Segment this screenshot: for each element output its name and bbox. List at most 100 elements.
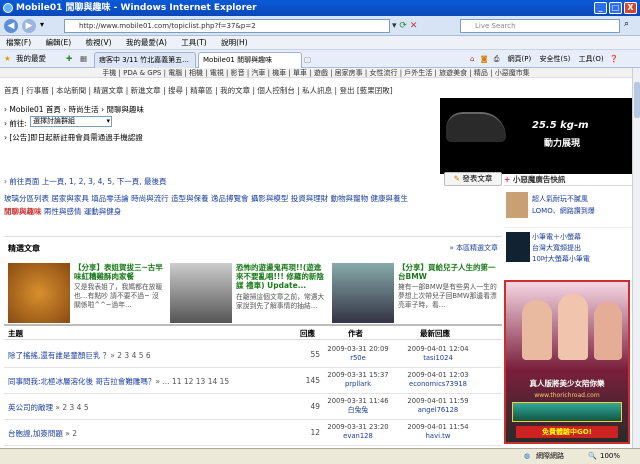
- page-menu[interactable]: 網頁(P): [508, 55, 532, 63]
- address-input[interactable]: http://www.mobile01.com/topiclist.php?f=…: [64, 19, 390, 33]
- category-link[interactable]: 運動與健身: [84, 207, 122, 216]
- back-icon[interactable]: ◀: [4, 19, 18, 33]
- last-reply-author[interactable]: angel76128: [400, 406, 476, 415]
- rss-icon[interactable]: ◙: [481, 55, 488, 63]
- author-link[interactable]: 白兔兔: [326, 406, 390, 415]
- goto-select[interactable]: 選擇討論群組 ▾: [30, 116, 112, 127]
- stop-icon[interactable]: ✕: [410, 21, 418, 31]
- menu-view[interactable]: 檢視(V): [86, 38, 112, 47]
- topic-pages[interactable]: » 2 3 4 5: [55, 403, 88, 412]
- post-date: 2009-03-31 23:20: [327, 423, 389, 431]
- car-banner-line1: 25.5 kg-m: [532, 120, 589, 131]
- author-cell: 2009-03-31 23:20 evan128: [326, 423, 390, 441]
- category-link[interactable]: 投資與理財: [291, 194, 329, 203]
- tab-list-icon[interactable]: ▦: [80, 50, 87, 68]
- category-link[interactable]: 逸品搏覽會: [211, 194, 249, 203]
- featured-thumb-3[interactable]: [332, 263, 394, 323]
- category-link[interactable]: 填品零活論: [91, 194, 129, 203]
- category-link-active[interactable]: 閒聊與趣味: [4, 207, 42, 216]
- scrollbar-thumb[interactable]: [634, 82, 640, 118]
- home-icon[interactable]: ⌂: [470, 55, 474, 63]
- breadcrumb[interactable]: › Mobile01 首頁 › 時尚生活 › 閒聊與趣味: [4, 104, 144, 115]
- maximize-button[interactable]: □: [609, 2, 622, 14]
- menu-help[interactable]: 說明(H): [221, 38, 248, 47]
- topic-pages[interactable]: » ... 11 12 13 14 15: [155, 377, 229, 386]
- menu-favorites[interactable]: 我的最愛(A): [126, 38, 167, 47]
- featured-thumb-2[interactable]: [170, 263, 232, 323]
- refresh-icon[interactable]: ⟳: [399, 21, 407, 31]
- ad-cta-button[interactable]: 免費體驗中GO!: [516, 426, 618, 438]
- go-dropdown-icon[interactable]: ▾: [392, 21, 397, 31]
- featured-title-2[interactable]: 恐怖的遊盪鬼再現!!(遊進來不要亂唱!!! 修羅的新陰謀 禮車) Update.…: [236, 263, 328, 290]
- tools-menu[interactable]: 工具(O): [579, 55, 604, 63]
- forward-icon[interactable]: ▶: [22, 19, 36, 33]
- table-row[interactable]: 英公司的敵理 » 2 3 4 5 49 2009-03-31 11:46 白兔兔 …: [4, 394, 502, 420]
- tab-2-active[interactable]: Mobile01 閒聊與趣味: [198, 52, 302, 68]
- topic-link[interactable]: 英公司的敵理: [8, 403, 53, 412]
- zoom-icon[interactable]: 🔍: [588, 449, 597, 464]
- site-top-nav[interactable]: 手機 | PDA & GPS | 電腦 | 相機 | 電視 | 影音 | 汽車 …: [0, 68, 632, 78]
- featured-more-link[interactable]: » 本區精選文章: [449, 243, 498, 253]
- last-reply-author[interactable]: havi.tw: [400, 432, 476, 441]
- category-link[interactable]: 玻璃分區列表: [4, 194, 49, 203]
- author-link[interactable]: prpllark: [326, 380, 390, 389]
- favorites-star-icon[interactable]: ★: [4, 50, 11, 68]
- featured-heading: 精選文章: [8, 244, 40, 253]
- featured-thumb-1[interactable]: [8, 263, 70, 323]
- topic-pages[interactable]: » 2 3 4 5 6: [110, 351, 150, 360]
- category-link[interactable]: 兩性與感情: [44, 207, 82, 216]
- topic-pages[interactable]: » 2: [65, 429, 77, 438]
- author-cell: 2009-03-31 15:37 prpllark: [326, 371, 390, 389]
- category-link[interactable]: 動物與寵物: [331, 194, 369, 203]
- site-sub-nav[interactable]: 首頁 | 行事曆 | 本站新聞 | 精選文章 | 新進文章 | 搜尋 | 精華區…: [4, 86, 424, 96]
- new-tab-icon[interactable]: ▢: [304, 51, 311, 69]
- last-reply-author[interactable]: economics73918: [400, 380, 476, 389]
- chevron-down-icon: ▾: [106, 117, 110, 125]
- featured-title-3[interactable]: 【分享】買給兒子人生的第一台BMW: [398, 263, 498, 281]
- table-row[interactable]: 除了搖搖,還有誰是童顏巨乳 ？» 2 3 4 5 6 55 2009-03-31…: [4, 342, 502, 368]
- pager[interactable]: › 前往頁面 上一頁, 1, 2, 3, 4, 5, 下一頁, 最後頁: [4, 176, 167, 187]
- game-banner-ad[interactable]: 真人版將美少女陪你樂 www.thorichroad.com 免費體驗中GO!: [504, 280, 630, 444]
- menu-edit[interactable]: 編輯(E): [46, 38, 72, 47]
- author-link[interactable]: r50e: [326, 354, 390, 363]
- topic-link[interactable]: 除了搖搖,還有誰是童顏巨乳 ？: [8, 351, 110, 360]
- tab-1[interactable]: 痞客中 3/11 竹北嘉義第五...: [94, 52, 196, 68]
- last-reply-cell: 2009-04-01 12:03 economics73918: [400, 371, 476, 389]
- notice[interactable]: › [公告]即日起新註冊會員需通過手機認證: [4, 132, 143, 143]
- category-link[interactable]: 攝影與模型: [251, 194, 289, 203]
- zoom-level[interactable]: 100%: [600, 449, 620, 464]
- topic-link[interactable]: 台胞證,加簽問題: [8, 429, 63, 438]
- close-button[interactable]: X: [624, 2, 637, 14]
- menu-tools[interactable]: 工具(T): [181, 38, 206, 47]
- side-ad-2[interactable]: 小筆電＋小螢幕 台灣大寬頻提出 10吋大螢幕小筆電: [504, 228, 632, 274]
- safety-menu[interactable]: 安全性(S): [539, 55, 570, 63]
- category-link[interactable]: 時尚與流行: [131, 194, 169, 203]
- print-icon[interactable]: ⎙: [494, 55, 500, 63]
- table-row[interactable]: 同事問我:北極冰層溶化後 哥吉拉會難雕嗎？» ... 11 12 13 14 1…: [4, 368, 502, 394]
- category-link[interactable]: 居家與家具: [51, 194, 89, 203]
- post-date: 2009-03-31 11:46: [327, 397, 389, 405]
- featured-title-1[interactable]: 【分享】表姐賀拔三~古早味紅糟雞酥肉家餐: [74, 263, 164, 281]
- category-link[interactable]: 造型與保養: [171, 194, 209, 203]
- car-silhouette-icon: [446, 112, 506, 142]
- author-link[interactable]: evan128: [326, 432, 390, 441]
- reply-count: 49: [310, 402, 320, 411]
- favorites-button[interactable]: 我的最愛: [16, 50, 46, 68]
- side-ad-1[interactable]: 超人氣耐玩不膩風 LOMO、網路讚到爆: [504, 186, 632, 228]
- car-banner-ad[interactable]: 25.5 kg-m 動力展現: [440, 98, 632, 174]
- menu-file[interactable]: 檔案(F): [6, 38, 31, 47]
- last-reply-date: 2009-04-01 11:54: [407, 423, 469, 431]
- side-ad-2-line3: 10吋大螢幕小筆電: [532, 255, 590, 263]
- history-dropdown-icon[interactable]: ▾: [40, 20, 44, 29]
- help-icon[interactable]: ❓: [610, 55, 619, 63]
- search-input[interactable]: Live Search: [460, 19, 620, 33]
- minimize-button[interactable]: _: [594, 2, 607, 14]
- topic-link[interactable]: 同事問我:北極冰層溶化後 哥吉拉會難雕嗎？: [8, 377, 155, 386]
- search-icon[interactable]: ⌕: [624, 19, 629, 29]
- vertical-scrollbar[interactable]: [632, 68, 640, 448]
- post-button[interactable]: ✎ 發表文章: [444, 172, 502, 186]
- table-row[interactable]: 台胞證,加簽問題 » 2 12 2009-03-31 23:20 evan128 …: [4, 420, 502, 446]
- category-link[interactable]: 健康與養生: [371, 194, 409, 203]
- add-favorite-icon[interactable]: ✚: [66, 50, 72, 68]
- last-reply-author[interactable]: tasi1024: [400, 354, 476, 363]
